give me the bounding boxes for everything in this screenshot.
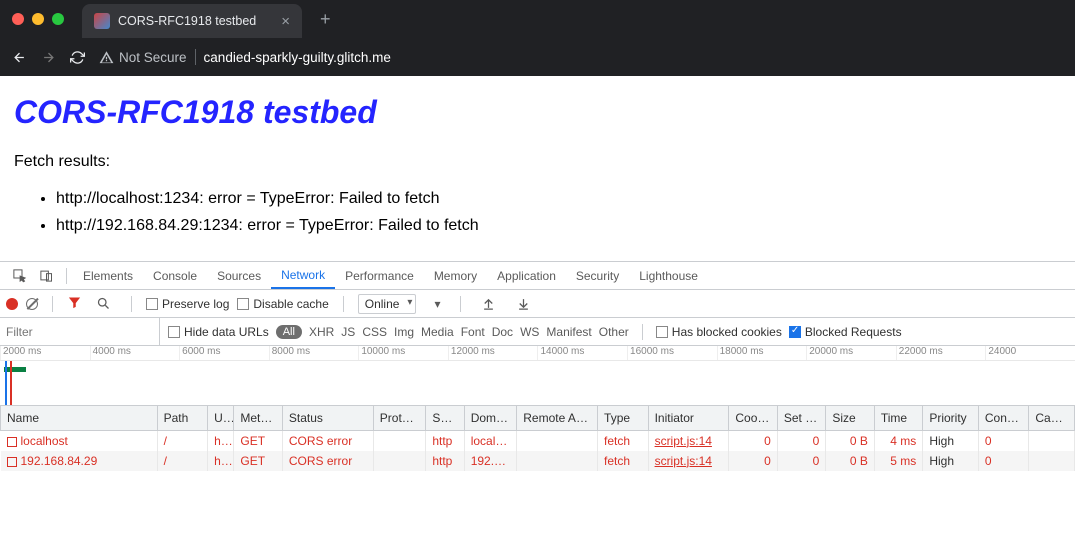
network-filter-bar: Hide data URLs All XHR JS CSS Img Media … [0, 318, 1075, 346]
network-table: Name Path U… Meth… Status Proto… Sc… Dom… [0, 406, 1075, 471]
filter-media[interactable]: Media [421, 325, 454, 339]
page-content: CORS-RFC1918 testbed Fetch results: http… [0, 76, 1075, 261]
tab-security[interactable]: Security [566, 262, 629, 289]
disable-cache-checkbox[interactable]: Disable cache [237, 297, 328, 311]
divider [642, 324, 643, 340]
close-window-icon[interactable] [12, 13, 24, 25]
filter-input[interactable] [0, 318, 160, 345]
search-icon[interactable] [90, 296, 117, 311]
divider [343, 296, 344, 312]
security-label: Not Secure [119, 50, 187, 65]
tab-application[interactable]: Application [487, 262, 566, 289]
col-protocol[interactable]: Proto… [373, 406, 426, 430]
titlebar: CORS-RFC1918 testbed × + [0, 0, 1075, 38]
filter-manifest[interactable]: Manifest [546, 325, 591, 339]
record-button[interactable] [6, 298, 18, 310]
filter-icon[interactable] [67, 295, 82, 313]
filter-ws[interactable]: WS [520, 325, 539, 339]
col-setcookies[interactable]: Set C… [777, 406, 825, 430]
tab-network[interactable]: Network [271, 262, 335, 289]
back-button[interactable] [12, 50, 27, 65]
filter-xhr[interactable]: XHR [309, 325, 334, 339]
browser-toolbar: Not Secure candied-sparkly-guilty.glitch… [0, 38, 1075, 76]
col-method[interactable]: Meth… [234, 406, 282, 430]
col-initiator[interactable]: Initiator [648, 406, 729, 430]
divider [52, 296, 53, 312]
hide-data-urls-checkbox[interactable]: Hide data URLs [168, 325, 269, 339]
tab-memory[interactable]: Memory [424, 262, 487, 289]
filter-doc[interactable]: Doc [492, 325, 513, 339]
url-text: candied-sparkly-guilty.glitch.me [204, 50, 391, 65]
window-controls [12, 13, 64, 25]
blocked-requests-checkbox[interactable]: Blocked Requests [789, 325, 902, 339]
close-tab-icon[interactable]: × [281, 13, 290, 30]
col-scheme[interactable]: Sc… [426, 406, 464, 430]
list-item: http://localhost:1234: error = TypeError… [56, 185, 1061, 212]
filter-css[interactable]: CSS [362, 325, 387, 339]
browser-chrome: CORS-RFC1918 testbed × + Not Secure cand… [0, 0, 1075, 76]
col-path[interactable]: Path [157, 406, 208, 430]
filter-font[interactable]: Font [461, 325, 485, 339]
filter-img[interactable]: Img [394, 325, 414, 339]
tab-console[interactable]: Console [143, 262, 207, 289]
tab-lighthouse[interactable]: Lighthouse [629, 262, 708, 289]
col-priority[interactable]: Priority [923, 406, 979, 430]
device-toolbar-icon[interactable] [33, 268, 60, 283]
forward-button[interactable] [41, 50, 56, 65]
favicon-icon [94, 13, 110, 29]
table-row[interactable]: localhost/h…GETCORS errorhttplocal…fetch… [1, 430, 1075, 451]
inspect-element-icon[interactable] [6, 268, 33, 283]
tab-performance[interactable]: Performance [335, 262, 424, 289]
divider [66, 268, 67, 284]
list-item: http://192.168.84.29:1234: error = TypeE… [56, 212, 1061, 239]
col-url[interactable]: U… [208, 406, 234, 430]
minimize-window-icon[interactable] [32, 13, 44, 25]
new-tab-button[interactable]: + [310, 9, 341, 30]
col-domain[interactable]: Dom… [464, 406, 517, 430]
devtools-panel: Elements Console Sources Network Perform… [0, 261, 1075, 471]
filter-other[interactable]: Other [599, 325, 629, 339]
has-blocked-cookies-checkbox[interactable]: Has blocked cookies [656, 325, 782, 339]
col-status[interactable]: Status [282, 406, 373, 430]
results-label: Fetch results: [14, 153, 1061, 171]
divider [460, 296, 461, 312]
table-row[interactable]: 192.168.84.29/h…GETCORS errorhttp192.…fe… [1, 451, 1075, 471]
tab-elements[interactable]: Elements [73, 262, 143, 289]
timeline-body [0, 361, 1075, 405]
divider [195, 49, 196, 65]
clear-button[interactable] [26, 298, 38, 310]
throttling-select[interactable]: Online [358, 294, 417, 314]
download-har-icon[interactable] [510, 296, 537, 311]
warning-icon [99, 50, 114, 65]
col-remote[interactable]: Remote Ad… [517, 406, 598, 430]
upload-har-icon[interactable] [475, 296, 502, 311]
devtools-tabs: Elements Console Sources Network Perform… [0, 262, 1075, 290]
col-type[interactable]: Type [598, 406, 649, 430]
col-cache[interactable]: Cac… [1029, 406, 1075, 430]
maximize-window-icon[interactable] [52, 13, 64, 25]
tab-title: CORS-RFC1918 testbed [118, 14, 273, 28]
col-connection[interactable]: Conn… [978, 406, 1029, 430]
preserve-log-checkbox[interactable]: Preserve log [146, 297, 229, 311]
reload-button[interactable] [70, 50, 85, 65]
security-indicator[interactable]: Not Secure [99, 50, 187, 65]
table-header-row: Name Path U… Meth… Status Proto… Sc… Dom… [1, 406, 1075, 430]
filter-all[interactable]: All [276, 325, 302, 339]
browser-tab[interactable]: CORS-RFC1918 testbed × [82, 4, 302, 38]
col-size[interactable]: Size [826, 406, 874, 430]
throttle-more-icon[interactable]: ▾ [428, 297, 446, 311]
col-cookies[interactable]: Cook… [729, 406, 777, 430]
network-toolbar: Preserve log Disable cache Online ▾ [0, 290, 1075, 318]
network-timeline[interactable]: 2000 ms4000 ms6000 ms8000 ms10000 ms1200… [0, 346, 1075, 406]
results-list: http://localhost:1234: error = TypeError… [14, 185, 1061, 239]
filter-js[interactable]: JS [341, 325, 355, 339]
divider [131, 296, 132, 312]
address-bar[interactable]: Not Secure candied-sparkly-guilty.glitch… [99, 49, 391, 65]
page-heading: CORS-RFC1918 testbed [14, 94, 1061, 131]
col-name[interactable]: Name [1, 406, 158, 430]
timeline-ticks: 2000 ms4000 ms6000 ms8000 ms10000 ms1200… [0, 346, 1075, 361]
col-time[interactable]: Time [874, 406, 922, 430]
tab-sources[interactable]: Sources [207, 262, 271, 289]
